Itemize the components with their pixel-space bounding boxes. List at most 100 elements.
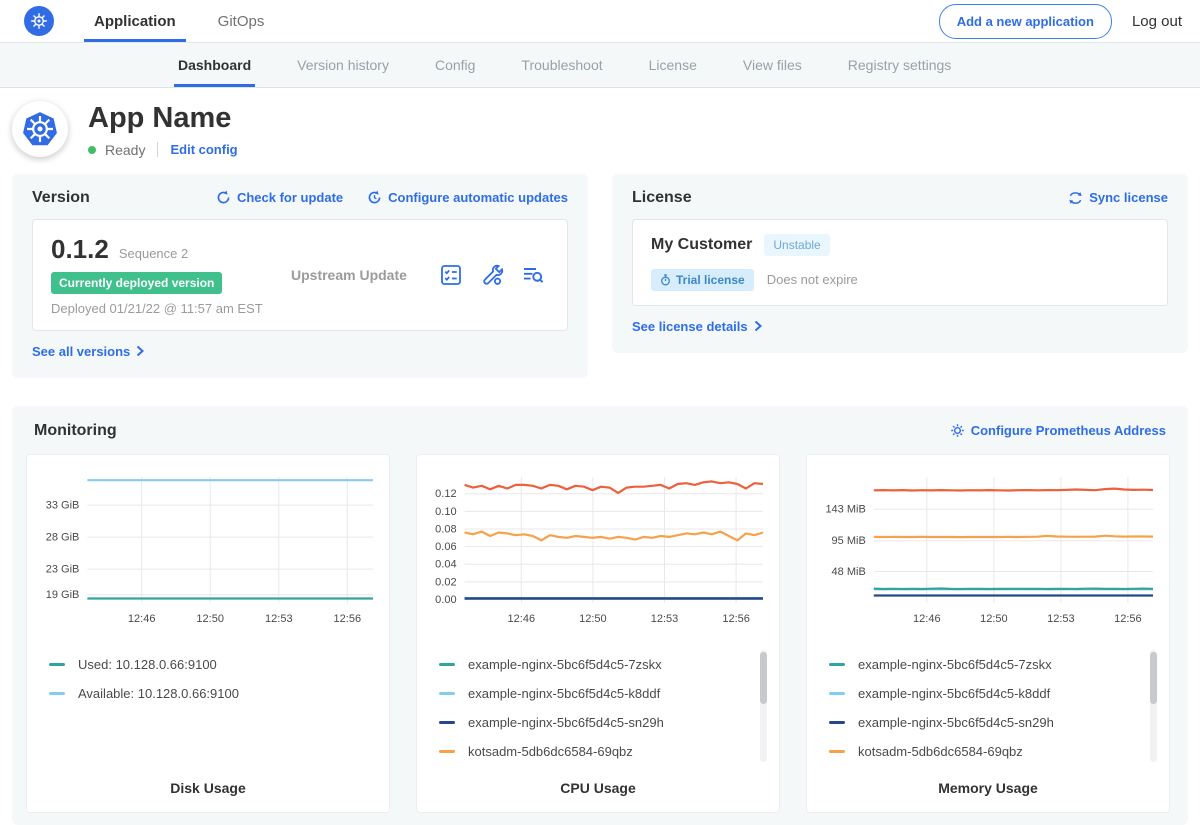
svg-text:95 MiB: 95 MiB xyxy=(832,535,866,547)
trial-license-label: Trial license xyxy=(676,273,745,287)
subnav-tab-view-files[interactable]: View files xyxy=(743,43,802,87)
currently-deployed-badge: Currently deployed version xyxy=(51,272,222,294)
logout-button[interactable]: Log out xyxy=(1132,13,1182,30)
chart-title: Memory Usage xyxy=(807,780,1169,796)
subnav-tab-license[interactable]: License xyxy=(649,43,697,87)
subnav-tab-config[interactable]: Config xyxy=(435,43,475,87)
status-text: Ready xyxy=(105,142,145,158)
sequence-label: Sequence 2 xyxy=(119,246,188,261)
version-card-actions: Check for update Configure automatic upd… xyxy=(216,190,568,205)
svg-text:0.08: 0.08 xyxy=(435,523,456,535)
svg-text:12:56: 12:56 xyxy=(334,613,362,625)
svg-text:12:46: 12:46 xyxy=(128,613,156,625)
license-card-title: License xyxy=(632,189,692,207)
legend-scrollbar-thumb[interactable] xyxy=(760,652,767,704)
legend-label: example-nginx-5bc6f5d4c5-k8ddf xyxy=(468,686,660,701)
license-card-header: License Sync license xyxy=(632,189,1168,207)
legend-label: kotsadm-5db6dc6584-69qbz xyxy=(858,744,1023,759)
legend-item: kotsadm-5db6dc6584-69qbz xyxy=(829,737,1139,766)
disk-usage-legend: Used: 10.128.0.66:9100 Available: 10.128.… xyxy=(49,650,389,768)
legend-label: Used: 10.128.0.66:9100 xyxy=(78,657,217,672)
add-new-application-button[interactable]: Add a new application xyxy=(939,4,1112,39)
app-subnav-tabs: Dashboard Version history Config Troublesho… xyxy=(0,43,1200,88)
license-card: License Sync license My Custo xyxy=(612,174,1188,353)
channel-badge: Unstable xyxy=(764,234,829,256)
subnav-tab-troubleshoot[interactable]: Troubleshoot xyxy=(521,43,602,87)
deployed-timestamp: Deployed 01/21/22 @ 11:57 am EST xyxy=(51,301,291,316)
legend-swatch-icon xyxy=(829,663,845,666)
svg-text:143 MiB: 143 MiB xyxy=(825,504,865,516)
app-header: App Name Ready Edit config xyxy=(0,88,1200,166)
legend-scrollbar-thumb[interactable] xyxy=(1150,652,1157,704)
customer-name: My Customer xyxy=(651,236,752,254)
legend-swatch-icon xyxy=(829,692,845,695)
legend-label: example-nginx-5bc6f5d4c5-sn29h xyxy=(468,715,664,730)
legend-swatch-icon xyxy=(829,721,845,724)
sync-arrows-icon xyxy=(1068,191,1083,205)
topnav-tab-gitops[interactable]: GitOps xyxy=(218,0,265,42)
legend-swatch-icon xyxy=(439,692,455,695)
disk-usage-plot: 33 GiB28 GiB23 GiB19 GiB12:4612:5012:531… xyxy=(27,467,389,634)
legend-item: example-nginx-5bc6f5d4c5-k8ddf xyxy=(439,679,749,708)
svg-text:12:56: 12:56 xyxy=(722,613,750,625)
configure-automatic-updates-label: Configure automatic updates xyxy=(388,190,568,205)
legend-scrollbar[interactable] xyxy=(760,650,767,762)
release-type-label: Upstream Update xyxy=(291,267,439,283)
version-card-title: Version xyxy=(32,189,90,207)
version-action-icons xyxy=(439,263,549,287)
legend-item: Used: 10.128.0.66:9100 xyxy=(49,650,359,679)
app-status-row: Ready Edit config xyxy=(88,142,238,158)
cpu-usage-chart: 0.120.100.080.060.040.020.0012:4612:5012… xyxy=(416,454,780,813)
svg-text:12:50: 12:50 xyxy=(980,613,1008,625)
config-wrench-gear-icon[interactable] xyxy=(480,263,504,287)
configure-automatic-updates-link[interactable]: Configure automatic updates xyxy=(367,190,568,205)
license-expiration-text: Does not expire xyxy=(767,272,858,287)
svg-text:0.02: 0.02 xyxy=(435,576,456,588)
svg-text:0.06: 0.06 xyxy=(435,541,456,553)
status-ready-dot-icon xyxy=(88,146,96,154)
check-for-update-link[interactable]: Check for update xyxy=(216,190,343,205)
svg-text:12:50: 12:50 xyxy=(579,613,607,625)
monitoring-section: Monitoring Configure Prometheus Address … xyxy=(12,406,1188,825)
legend-item: example-nginx-5bc6f5d4c5-k8ddf xyxy=(829,679,1139,708)
svg-text:23 GiB: 23 GiB xyxy=(46,563,80,575)
legend-item: example-nginx-5bc6f5d4c5-7zskx xyxy=(829,650,1139,679)
version-card-header: Version Check for update Configure au xyxy=(32,189,568,207)
legend-label: Available: 10.128.0.66:9100 xyxy=(78,686,239,701)
kubernetes-logo[interactable] xyxy=(24,6,54,36)
topnav-tab-application[interactable]: Application xyxy=(94,0,176,42)
chevron-right-icon xyxy=(754,320,762,332)
check-for-update-label: Check for update xyxy=(237,190,343,205)
legend-swatch-icon xyxy=(49,692,65,695)
cpu-usage-plot: 0.120.100.080.060.040.020.0012:4612:5012… xyxy=(417,467,779,634)
subnav-tab-dashboard[interactable]: Dashboard xyxy=(178,43,251,87)
subnav-tab-registry-settings[interactable]: Registry settings xyxy=(848,43,951,87)
svg-text:0.04: 0.04 xyxy=(435,559,456,571)
topnav-tabs: Application GitOps xyxy=(94,0,264,42)
svg-text:0.00: 0.00 xyxy=(435,594,456,606)
svg-text:12:56: 12:56 xyxy=(1114,613,1142,625)
svg-text:12:50: 12:50 xyxy=(196,613,224,625)
see-all-versions-link[interactable]: See all versions xyxy=(32,344,144,359)
legend-label: example-nginx-5bc6f5d4c5-sn29h xyxy=(858,715,1054,730)
edit-config-link[interactable]: Edit config xyxy=(170,142,237,157)
subnav-tab-version-history[interactable]: Version history xyxy=(297,43,389,87)
legend-scrollbar[interactable] xyxy=(1150,650,1157,762)
svg-text:12:53: 12:53 xyxy=(265,613,293,625)
helm-wheel-icon xyxy=(29,11,49,31)
svg-text:12:53: 12:53 xyxy=(651,613,679,625)
preflight-checklist-icon[interactable] xyxy=(439,263,463,287)
version-info: 0.1.2 Sequence 2 Currently deployed vers… xyxy=(51,234,291,316)
app-avatar xyxy=(12,101,68,157)
legend-swatch-icon xyxy=(439,663,455,666)
memory-usage-plot: 143 MiB95 MiB48 MiB12:4612:5012:5312:56 xyxy=(807,467,1169,634)
see-license-details-link[interactable]: See license details xyxy=(632,319,762,334)
version-number: 0.1.2 xyxy=(51,234,109,265)
svg-text:48 MiB: 48 MiB xyxy=(832,566,866,578)
svg-text:12:53: 12:53 xyxy=(1047,613,1075,625)
configure-prometheus-link[interactable]: Configure Prometheus Address xyxy=(950,423,1166,438)
sync-license-link[interactable]: Sync license xyxy=(1068,190,1168,205)
legend-label: example-nginx-5bc6f5d4c5-7zskx xyxy=(858,657,1052,672)
deploy-logs-magnifier-icon[interactable] xyxy=(521,263,545,287)
legend-swatch-icon xyxy=(49,663,65,666)
